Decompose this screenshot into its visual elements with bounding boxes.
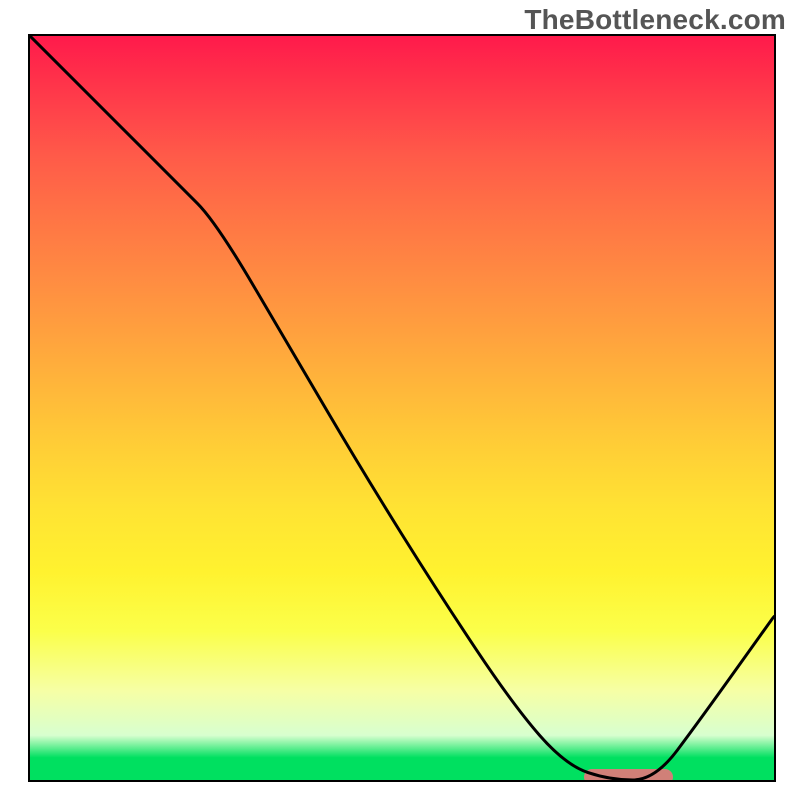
bottleneck-curve <box>30 36 774 780</box>
watermark-label: TheBottleneck.com <box>524 4 786 36</box>
chart-container: TheBottleneck.com <box>0 0 800 800</box>
plot-area <box>28 34 776 782</box>
curve-path <box>30 36 774 780</box>
